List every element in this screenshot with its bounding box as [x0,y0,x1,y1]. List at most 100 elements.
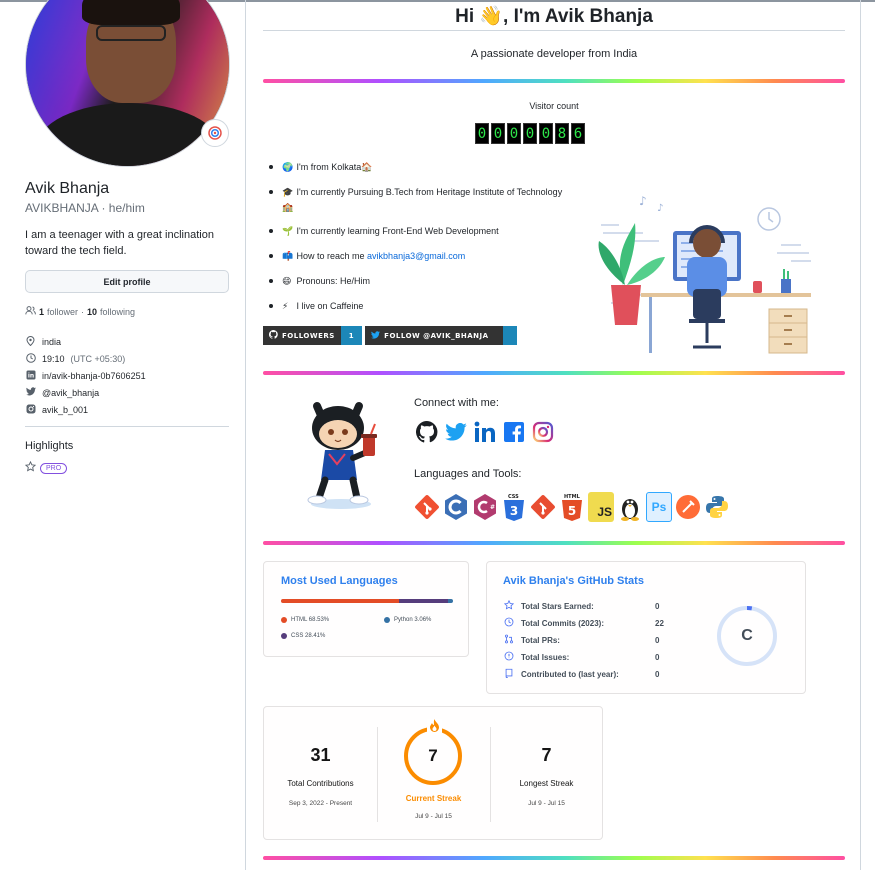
stat-value: 0 [655,652,660,662]
followers-label[interactable]: follower [47,307,78,317]
profile-login: AVIKBHANJA · he/him [25,201,145,215]
total-contributions-label: Total Contributions [287,779,354,788]
current-streak-label: Current Streak [405,794,462,803]
edit-profile-button[interactable]: Edit profile [25,270,229,293]
git-icon[interactable] [530,492,556,522]
c-icon[interactable] [443,492,469,522]
svg-text:#: # [490,504,495,511]
current-streak-ring: 7 [404,727,462,785]
rainbow-divider [263,541,845,545]
octocat-illustration [307,402,377,509]
twitter-icon [25,387,36,398]
status-target-icon[interactable] [201,119,229,147]
linux-icon[interactable] [617,492,643,522]
html5-icon[interactable]: HTML 5 [559,492,585,522]
twitter-row[interactable]: @avik_bhanja [25,384,146,401]
social-links [416,421,554,443]
stats-card-title: Avik Bhanja's GitHub Stats [503,575,644,587]
mailbox-icon: 📫 [282,251,294,261]
postman-icon[interactable] [675,492,701,522]
legend-dot [281,617,287,623]
graduation-cap-icon: 🎓 [282,187,294,197]
pro-badge[interactable]: PRO [40,462,68,474]
history-icon [503,617,515,629]
badges-row: FOLLOWERS 1 FOLLOW @AVIK_BHANJA [263,326,517,345]
instagram-link[interactable]: avik_b_001 [42,405,88,415]
legend-html: HTML 68.53% [281,617,329,623]
legend-label: Python 3.06% [394,617,432,623]
linkedin-row[interactable]: in in/avik-bhanja-0b7606251 [25,367,146,384]
email-link[interactable]: avikbhanja3@gmail.com [367,251,465,261]
stat-row-contributed: Contributed to (last year): 0 [503,668,659,680]
stat-label: Total Commits (2023): [521,618,604,628]
github-stats-card[interactable]: Avik Bhanja's GitHub Stats Total Stars E… [486,561,806,694]
current-streak-range: Jul 9 - Jul 15 [415,813,452,820]
followers-badge[interactable]: FOLLOWERS 1 [263,326,363,345]
local-time: 19:10 [42,353,65,364]
twitter-icon[interactable] [445,421,467,443]
python-icon[interactable] [704,492,730,522]
legend-label: HTML 68.53% [291,617,330,623]
stat-label: Total PRs: [521,635,560,645]
readme-title: Hi 👋, I'm Avik Bhanja [455,6,653,27]
avatar[interactable] [25,0,230,167]
instagram-row[interactable]: avik_b_001 [25,401,146,418]
globe-icon: 🌍 [282,162,294,172]
followers-badge-value: 1 [340,326,363,345]
longest-streak-value: 7 [541,745,552,765]
following-count[interactable]: 10 [87,307,97,317]
list-item: 🌱 I'm currently learning Front-End Web D… [269,224,569,239]
languages-card-title: Most Used Languages [281,575,398,587]
svg-text:HTML: HTML [564,494,581,500]
css3-icon[interactable]: CSS 3 [501,492,527,522]
rank-progress-arc [746,606,753,611]
rainbow-divider [263,79,845,83]
issue-icon [503,651,515,663]
tools-list: # CSS 3 HTML 5 JS Ps [414,492,730,522]
fact-text: I live on Caffeine [296,301,364,311]
highlights-heading: Highlights [25,440,74,452]
stat-value: 0 [655,601,660,611]
facebook-icon[interactable] [503,421,525,443]
list-item: ⚡ I live on Caffeine [269,299,569,314]
repo-icon [503,668,515,680]
stat-label: Total Issues: [521,652,570,662]
fact-text: Pronouns: He/Him [296,276,371,286]
rainbow-divider [263,371,845,375]
followers-count[interactable]: 1 [39,307,44,317]
top-languages-card[interactable]: Most Used Languages HTML 68.53% Python 3… [263,561,469,657]
photoshop-icon[interactable]: Ps [646,492,672,522]
twitter-link[interactable]: @avik_bhanja [42,388,99,398]
stat-row-prs: Total PRs: 0 [503,634,659,646]
csharp-icon[interactable]: # [472,492,498,522]
developer-illustration: ♪ ♪ [598,194,811,354]
longest-streak-range: Jul 9 - Jul 15 [528,800,565,807]
twitter-follow-badge[interactable]: FOLLOW @AVIK_BHANJA [365,326,517,345]
connect-heading: Connect with me: [414,397,499,409]
streak-stats-card[interactable]: 31 Total Contributions Sep 3, 2022 - Pre… [263,706,603,840]
instagram-icon[interactable] [532,421,554,443]
counter-digit: 6 [571,123,585,144]
legend-dot [281,633,287,639]
github-icon [268,330,278,341]
github-icon[interactable] [416,421,438,443]
total-contributions: 31 Total Contributions Sep 3, 2022 - Pre… [264,707,377,841]
profile-bio: I am a teenager with a great inclination… [25,229,214,257]
legend-python: Python 3.06% [384,617,431,623]
linkedin-icon[interactable] [474,421,496,443]
linkedin-link[interactable]: in/avik-bhanja-0b7606251 [42,371,146,381]
total-contributions-value: 31 [310,745,331,765]
stat-row-stars: Total Stars Earned: 0 [503,599,660,612]
legend-label: CSS 28.41% [291,633,326,639]
visitor-counter: 0 0 0 0 0 8 6 [475,123,585,144]
svg-text:in: in [27,372,33,379]
followers-badge-label: FOLLOWERS [282,331,335,340]
following-label[interactable]: following [100,307,135,317]
languages-bar [281,599,453,603]
counter-digit: 0 [491,123,505,144]
svg-text:♪: ♪ [639,194,647,208]
visitor-count-label: Visitor count [529,101,579,111]
javascript-icon[interactable]: JS [588,492,614,522]
location-row: india [25,333,146,350]
git-icon[interactable] [414,492,440,522]
